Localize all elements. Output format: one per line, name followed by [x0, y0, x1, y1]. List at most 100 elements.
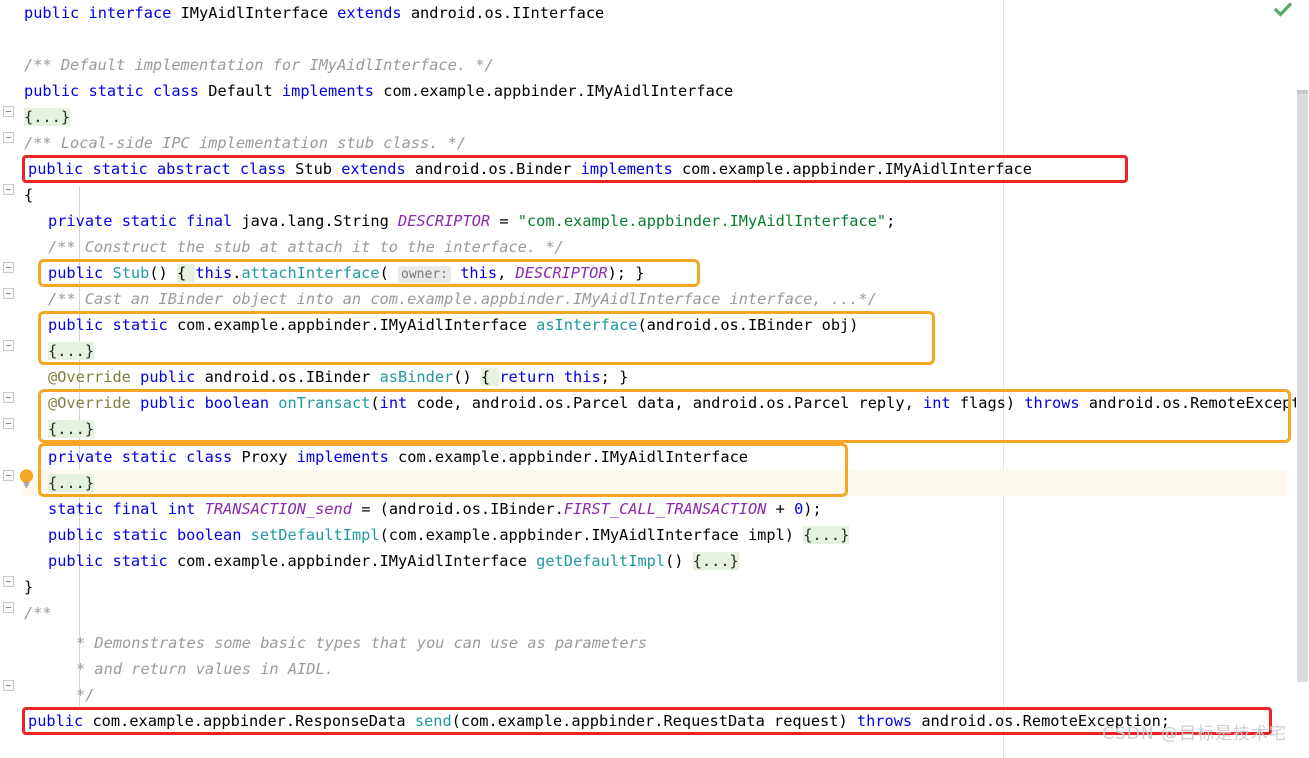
code-line[interactable]: */: [76, 682, 94, 708]
code-token: public: [48, 316, 104, 334]
code-token: @Override: [48, 394, 131, 412]
code-line[interactable]: public static boolean setDefaultImpl(com…: [48, 522, 850, 548]
code-token: abstract: [156, 160, 231, 178]
code-token: (com.example.appbinder.RequestData reque…: [451, 712, 857, 730]
fold-minus-icon[interactable]: [3, 184, 14, 195]
code-token: extends: [341, 160, 406, 178]
code-line[interactable]: public static class Default implements c…: [24, 78, 733, 104]
current-line-highlight: [22, 470, 1287, 496]
code-line[interactable]: /** Local-side IPC implementation stub c…: [24, 130, 466, 156]
code-line[interactable]: public Stub() { this.attachInterface( ow…: [48, 260, 644, 286]
code-line[interactable]: public static abstract class Stub extend…: [28, 156, 1032, 182]
vertical-scrollbar-track[interactable]: [1296, 0, 1309, 758]
code-token: int: [167, 500, 196, 518]
code-token: final: [112, 500, 159, 518]
fold-minus-icon[interactable]: [3, 132, 14, 143]
code-token: FIRST_CALL_TRANSACTION: [563, 500, 767, 518]
code-line[interactable]: private static final java.lang.String DE…: [48, 208, 895, 234]
code-line[interactable]: static final int TRANSACTION_send = (and…: [48, 496, 822, 522]
code-token: private: [48, 212, 113, 230]
code-token: ); }: [607, 264, 645, 282]
code-line[interactable]: }: [24, 574, 33, 600]
code-line[interactable]: /**: [24, 600, 52, 626]
fold-minus-icon[interactable]: [3, 262, 14, 273]
code-line[interactable]: /** Construct the stub at attach it to t…: [48, 234, 564, 260]
code-token: this: [460, 264, 498, 282]
code-line[interactable]: /** Default implementation for IMyAidlIn…: [24, 52, 494, 78]
code-token: class: [239, 160, 286, 178]
code-line[interactable]: public static com.example.appbinder.IMyA…: [48, 548, 739, 574]
code-line[interactable]: {: [24, 182, 33, 208]
editor-gutter[interactable]: [0, 0, 22, 758]
code-token: {...}: [24, 108, 71, 126]
code-line[interactable]: @Override public boolean onTransact(int …: [48, 390, 1309, 416]
fold-minus-icon[interactable]: [3, 392, 14, 403]
code-token: Stub: [285, 160, 342, 178]
code-line[interactable]: {...}: [48, 470, 95, 496]
fold-minus-icon[interactable]: [3, 576, 14, 587]
code-line[interactable]: {...}: [48, 338, 95, 364]
code-line[interactable]: {...}: [48, 416, 95, 442]
fold-minus-icon[interactable]: [3, 470, 14, 481]
code-lines-container[interactable]: public interface IMyAidlInterface extend…: [0, 0, 1309, 758]
code-token: int: [922, 394, 951, 412]
code-token: return: [499, 368, 555, 386]
code-token: /** Local-side IPC implementation stub c…: [24, 134, 467, 152]
lightbulb-intention-icon[interactable]: [18, 468, 35, 489]
code-line[interactable]: private static class Proxy implements co…: [48, 444, 748, 470]
fold-minus-icon[interactable]: [3, 288, 14, 299]
fold-minus-icon[interactable]: [3, 106, 14, 117]
code-line[interactable]: * Demonstrates some basic types that you…: [76, 630, 647, 656]
code-token: throws: [856, 712, 913, 730]
code-token: {...}: [803, 526, 850, 544]
code-token: public: [48, 552, 104, 570]
code-line[interactable]: /** Cast an IBinder object into an com.e…: [48, 286, 877, 312]
green-check-icon[interactable]: [1273, 2, 1293, 22]
code-token: this: [195, 264, 233, 282]
code-token: DESCRIPTOR: [398, 212, 491, 230]
code-token: static: [121, 212, 177, 230]
code-token: android.os.Binder: [405, 160, 581, 178]
code-token: Default: [199, 82, 282, 100]
code-editor[interactable]: public interface IMyAidlInterface extend…: [0, 0, 1309, 758]
code-line[interactable]: public com.example.appbinder.ResponseDat…: [28, 708, 1170, 734]
code-token: public: [140, 368, 196, 386]
code-token: Proxy: [232, 448, 297, 466]
code-token: @Override: [48, 368, 131, 386]
code-token: code, android.os.Parcel data, android.os…: [407, 394, 923, 412]
fold-minus-icon[interactable]: [3, 418, 14, 429]
code-line[interactable]: public interface IMyAidlInterface extend…: [24, 0, 604, 26]
code-token: {: [480, 368, 500, 386]
code-token: "com.example.appbinder.IMyAidlInterface": [517, 212, 887, 230]
fold-minus-icon[interactable]: [3, 680, 14, 691]
code-token: send: [414, 712, 452, 730]
fold-minus-icon[interactable]: [3, 602, 14, 613]
code-token: private: [48, 448, 113, 466]
code-token: (android.os.IBinder obj): [637, 316, 859, 334]
code-token: ;: [886, 212, 896, 230]
code-token: android.os.IInterface: [401, 4, 605, 22]
code-token: /**: [24, 604, 52, 622]
code-token: interface: [88, 4, 172, 22]
code-token: {: [24, 186, 34, 204]
code-line[interactable]: public static com.example.appbinder.IMyA…: [48, 312, 858, 338]
code-token: (: [379, 264, 399, 282]
code-token: public: [24, 82, 80, 100]
code-line[interactable]: @Override public android.os.IBinder asBi…: [48, 364, 628, 390]
code-line[interactable]: * and return values in AIDL.: [76, 656, 334, 682]
code-line[interactable]: {...}: [24, 104, 71, 130]
code-token: owner:: [398, 266, 451, 283]
code-token: DESCRIPTOR: [515, 264, 608, 282]
code-token: static: [88, 82, 144, 100]
code-token: static: [92, 160, 148, 178]
vertical-scrollbar-thumb[interactable]: [1297, 90, 1308, 682]
fold-minus-icon[interactable]: [3, 340, 14, 351]
